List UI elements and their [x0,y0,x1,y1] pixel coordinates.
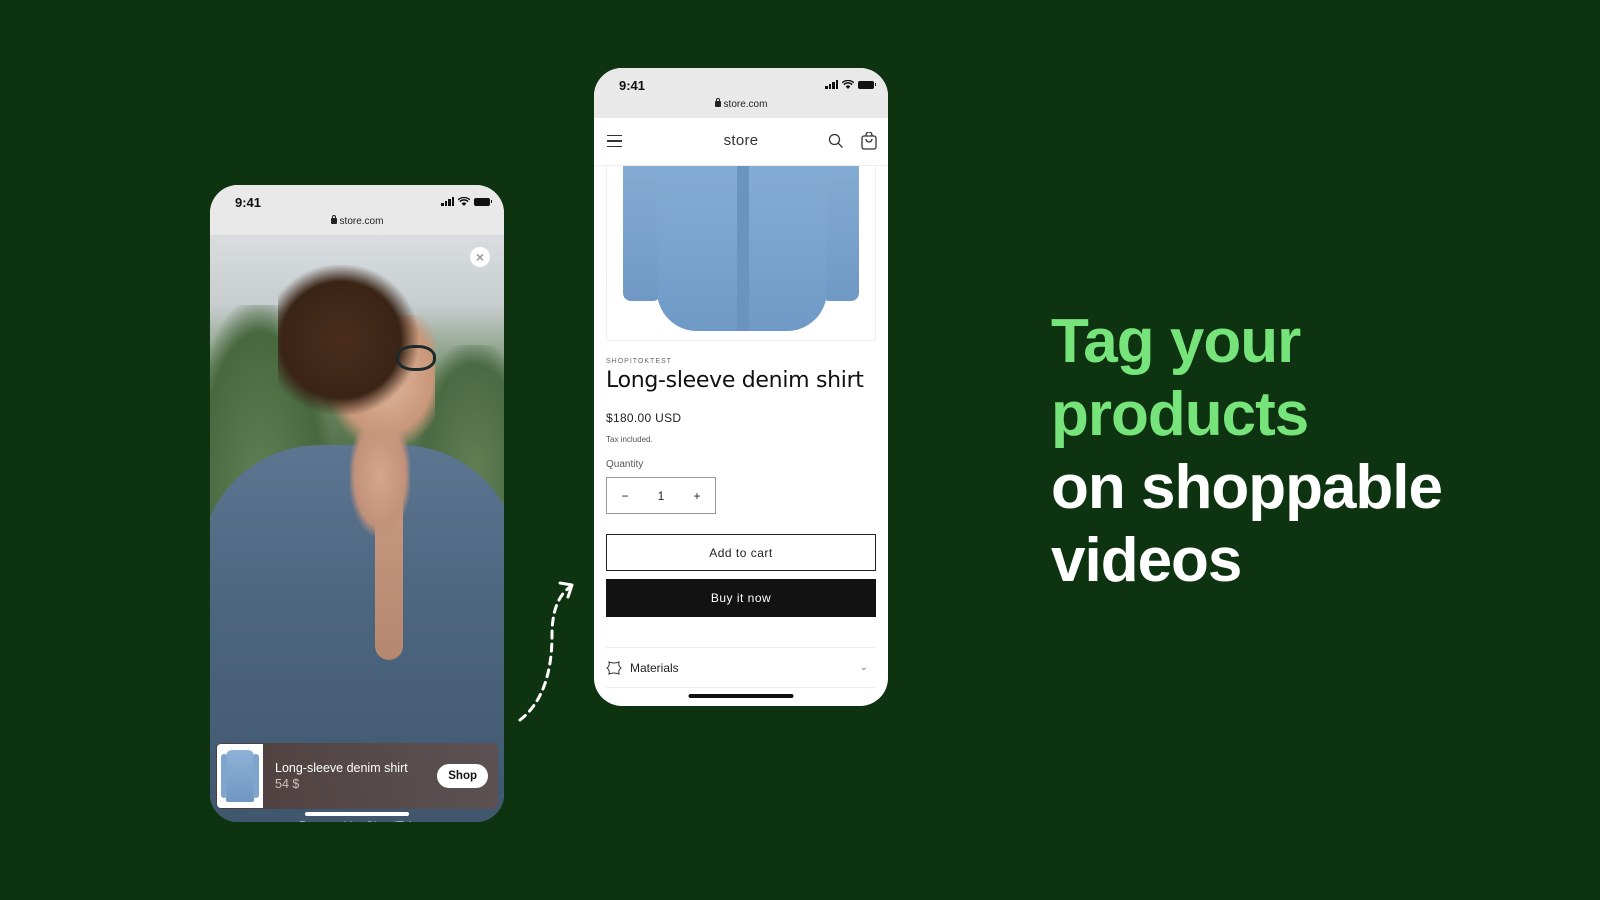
battery-icon [858,80,876,89]
powered-by-text: Powered by ShopiTok [210,819,504,822]
decrement-button[interactable]: − [622,489,629,503]
battery-icon [474,197,492,206]
quantity-input[interactable]: 1 [658,489,665,503]
accordion-label: Materials [630,660,679,675]
shirt-body [657,166,827,331]
product-tag-card[interactable]: Long-sleeve denim shirt 54 $ Shop [216,743,498,809]
tax-note: Tax included. [606,435,653,444]
product-vendor: SHOPITOKTEST [606,358,672,365]
home-indicator [305,812,409,816]
url-text: store.com [339,216,384,227]
materials-accordion[interactable]: Materials ⌄ [606,647,876,688]
glasses [396,345,436,371]
status-icons [441,197,492,206]
wifi-icon [842,80,854,89]
product-info: Long-sleeve denim shirt 54 $ [275,761,437,791]
signal-icon [441,197,454,206]
close-icon[interactable]: × [470,247,490,267]
product-thumbnail [217,744,263,808]
increment-button[interactable]: + [693,489,700,503]
headline-line-2: products [1051,380,1309,449]
video-player-phone: 9:41 store.com × Long-sleeve denim shirt… [210,185,504,822]
address-bar[interactable]: store.com [210,215,504,227]
url-text: store.com [723,99,768,110]
cart-icon[interactable] [861,132,877,150]
product-title: Long-sleeve denim shirt [606,368,864,393]
dashed-arrow-icon [518,581,574,722]
chevron-down-icon: ⌄ [859,662,868,673]
status-bar: 9:41 store.com [210,185,504,235]
search-icon[interactable] [828,133,844,149]
lock-icon [330,215,337,224]
buy-it-now-button[interactable]: Buy it now [606,579,876,617]
person-hair [278,265,418,415]
signal-icon [825,80,838,89]
shirt-image [221,750,259,802]
address-bar[interactable]: store.com [594,98,888,110]
product-image[interactable] [606,166,876,341]
headline: Tag your products on shoppable videos [1051,305,1443,597]
store-header: store [594,118,888,166]
shirt-sleeve [623,166,661,301]
shop-button[interactable]: Shop [437,764,488,788]
product-page-phone: 9:41 store.com store SHOPITOKTEST Long-s… [594,68,888,706]
product-price: 54 $ [275,777,300,791]
add-to-cart-button[interactable]: Add to cart [606,534,876,571]
headline-line-4: videos [1051,526,1242,595]
headline-line-1: Tag your [1051,307,1301,376]
shoppable-video[interactable]: × Long-sleeve denim shirt 54 $ Shop Powe… [210,235,504,822]
status-bar: 9:41 store.com [594,68,888,118]
status-time: 9:41 [235,195,262,210]
status-icons [825,80,876,89]
quantity-label: Quantity [606,459,644,470]
wifi-icon [458,197,470,206]
product-title: Long-sleeve denim shirt [275,761,408,775]
product-price: $180.00 USD [606,411,682,425]
status-time: 9:41 [619,78,646,93]
quantity-stepper: − 1 + [606,477,716,514]
home-indicator [688,694,794,698]
lock-icon [714,98,721,107]
headline-line-3: on shoppable [1051,453,1443,522]
materials-icon [606,660,622,675]
